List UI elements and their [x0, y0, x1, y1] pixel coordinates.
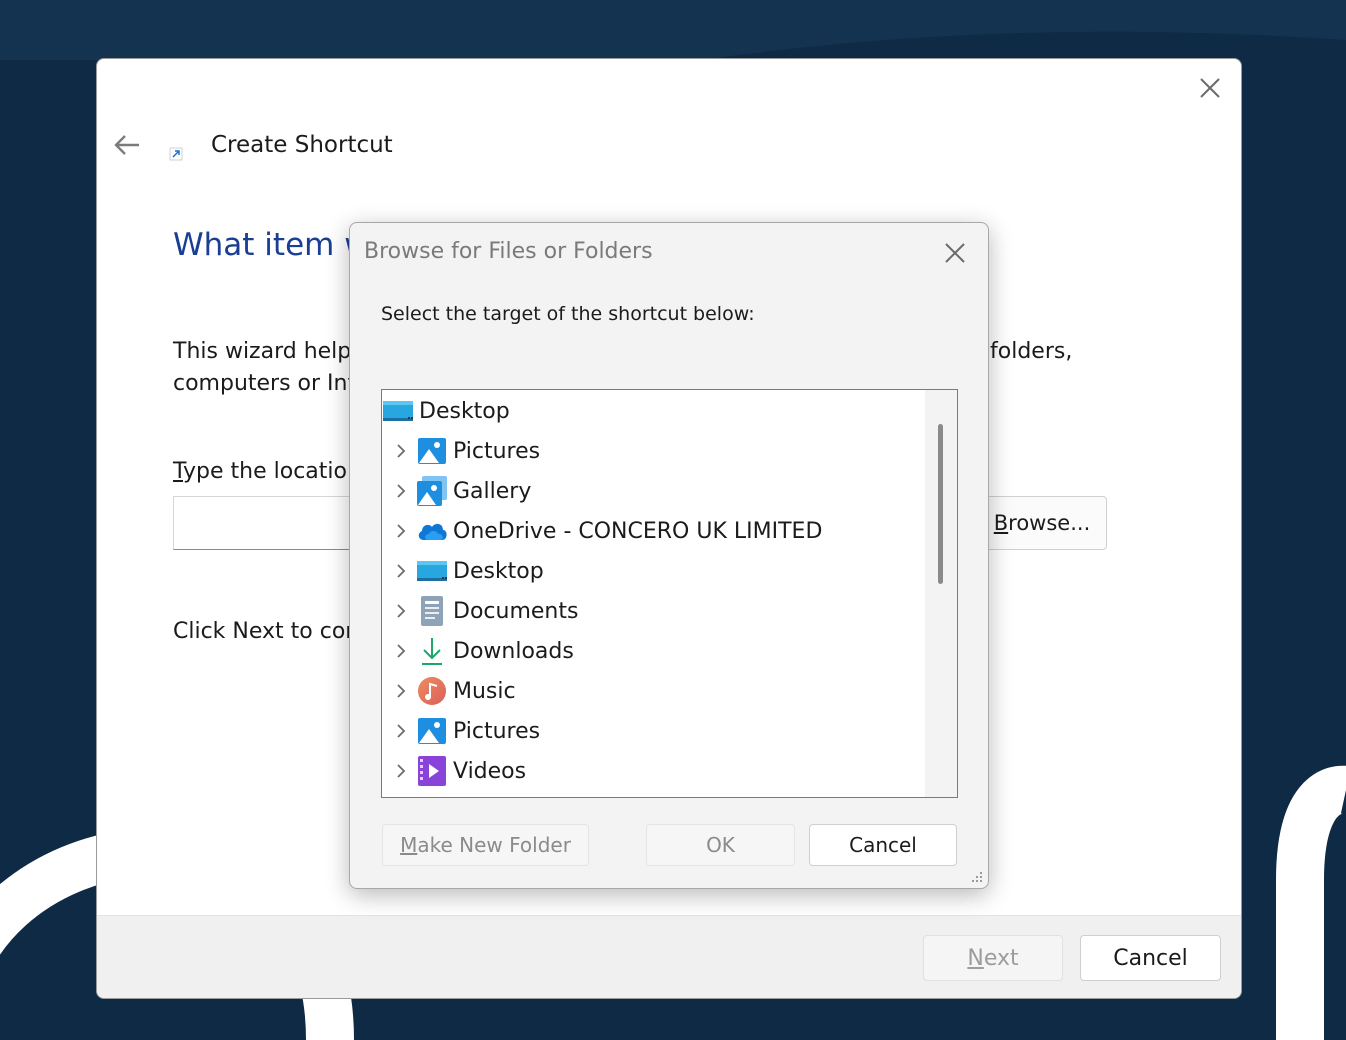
- next-hint-text: Click Next to con: [173, 619, 360, 644]
- tree-item-label: Pictures: [453, 718, 541, 744]
- tree-item-label: Music: [453, 678, 516, 704]
- tree-item-documents[interactable]: Documents: [386, 592, 578, 630]
- tree-item-label: Pictures: [453, 438, 541, 464]
- wizard-heading: What item w: [173, 227, 370, 263]
- chevron-right-icon[interactable]: [386, 592, 416, 630]
- ok-button[interactable]: OK: [646, 824, 795, 866]
- pictures-icon: [416, 435, 448, 467]
- tree-item-label: Desktop: [453, 558, 544, 584]
- documents-icon: [416, 595, 448, 627]
- tree-item-onedrive[interactable]: OneDrive - CONCERO UK LIMITED: [386, 512, 822, 550]
- chevron-right-icon[interactable]: [386, 632, 416, 670]
- tree-item-videos[interactable]: Videos: [386, 752, 526, 790]
- wizard-footer: Next Cancel: [97, 915, 1241, 998]
- music-icon: [416, 675, 448, 707]
- wizard-description-line1: This wizard helps: [173, 339, 363, 364]
- wizard-cancel-button[interactable]: Cancel: [1080, 935, 1221, 981]
- shortcut-arrow-icon: [169, 147, 183, 161]
- tree-item-pictures[interactable]: Pictures: [386, 432, 540, 470]
- make-new-folder-button[interactable]: Make New Folder: [382, 824, 589, 866]
- tree-item-label: Downloads: [453, 638, 574, 664]
- tree-item-label: Documents: [453, 598, 579, 624]
- tree-item-label: OneDrive - CONCERO UK LIMITED: [453, 518, 823, 544]
- videos-icon: [416, 755, 448, 787]
- downloads-icon: [416, 635, 448, 667]
- tree-item-gallery[interactable]: Gallery: [386, 472, 531, 510]
- browse-cancel-button[interactable]: Cancel: [809, 824, 957, 866]
- wizard-title: Create Shortcut: [211, 132, 393, 158]
- browse-dialog: Browse for Files or Folders Select the t…: [349, 222, 989, 889]
- tree-item-desktop[interactable]: Desktop: [386, 552, 544, 590]
- tree-scrollbar-thumb[interactable]: [938, 424, 943, 584]
- gallery-icon: [416, 475, 448, 507]
- tree-item-label: Videos: [453, 758, 527, 784]
- browse-button[interactable]: Browse...: [977, 496, 1107, 550]
- chevron-right-icon[interactable]: [386, 472, 416, 510]
- tree-item-music[interactable]: Music: [386, 672, 516, 710]
- wizard-description-line1-end: folders,: [990, 339, 1073, 364]
- desktop-folder-icon: [382, 395, 414, 427]
- wizard-description-line2: computers or Int: [173, 371, 357, 396]
- tree-item-label: Gallery: [453, 478, 532, 504]
- pictures-icon: [416, 715, 448, 747]
- chevron-right-icon[interactable]: [386, 552, 416, 590]
- back-arrow-icon[interactable]: [111, 131, 143, 159]
- close-icon[interactable]: [1195, 73, 1225, 103]
- chevron-right-icon[interactable]: [386, 432, 416, 470]
- onedrive-cloud-icon: [416, 515, 448, 547]
- browse-prompt: Select the target of the shortcut below:: [381, 303, 755, 325]
- location-label: Type the location: [173, 459, 361, 484]
- close-icon[interactable]: [940, 238, 970, 268]
- desktop-folder-icon: [416, 555, 448, 587]
- tree-item-label: Desktop: [419, 398, 510, 424]
- chevron-right-icon[interactable]: [386, 672, 416, 710]
- tree-item-downloads[interactable]: Downloads: [386, 632, 574, 670]
- location-input[interactable]: [173, 496, 373, 550]
- tree-item-desktop-root[interactable]: Desktop: [382, 392, 510, 430]
- resize-grip-icon[interactable]: [968, 868, 984, 884]
- chevron-right-icon[interactable]: [386, 712, 416, 750]
- tree-item-pictures[interactable]: Pictures: [386, 712, 540, 750]
- folder-tree[interactable]: Desktop Pictures Gallery OneDrive - CONC…: [381, 389, 958, 798]
- next-button[interactable]: Next: [923, 935, 1063, 981]
- chevron-right-icon[interactable]: [386, 512, 416, 550]
- browse-dialog-title: Browse for Files or Folders: [364, 239, 653, 264]
- chevron-right-icon[interactable]: [386, 752, 416, 790]
